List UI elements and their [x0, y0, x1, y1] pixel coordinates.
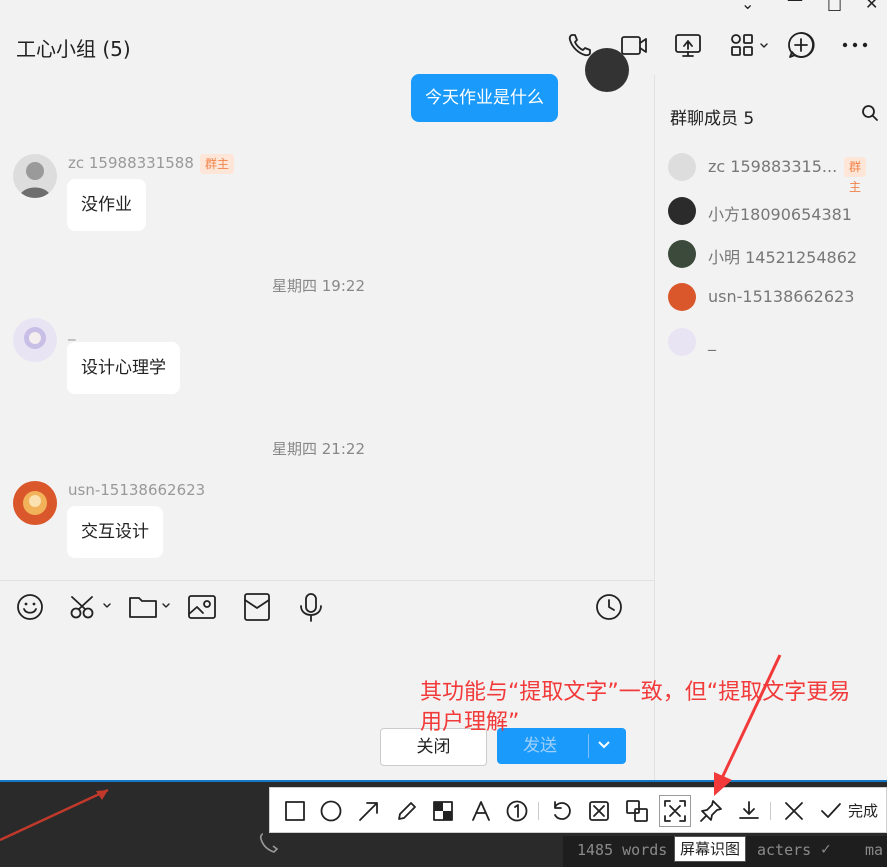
- member-avatar: [668, 328, 696, 356]
- sender-name: zc 15988331588: [68, 154, 194, 172]
- number-icon[interactable]: [504, 798, 530, 824]
- member-name: usn-15138662623: [708, 287, 855, 306]
- screen-share-icon[interactable]: [673, 30, 703, 60]
- recognize-button[interactable]: [659, 795, 691, 827]
- mosaic-icon[interactable]: [430, 798, 456, 824]
- message-bubble[interactable]: 交互设计: [67, 506, 163, 558]
- emoji-icon[interactable]: [13, 590, 47, 624]
- sender-avatar[interactable]: [13, 154, 57, 198]
- pin-icon[interactable]: [698, 798, 724, 824]
- more-icon[interactable]: [840, 30, 870, 60]
- message-bubble[interactable]: 设计心理学: [67, 342, 180, 394]
- outgoing-message-bubble[interactable]: 今天作业是什么: [411, 74, 558, 122]
- member-name: zc 159883315...: [708, 157, 838, 176]
- owner-badge: 群主: [844, 157, 867, 194]
- download-icon[interactable]: [736, 798, 762, 824]
- microphone-icon[interactable]: [294, 590, 328, 624]
- message-list[interactable]: [0, 75, 654, 580]
- history-icon[interactable]: [592, 590, 626, 624]
- member-avatar: [668, 153, 696, 181]
- pencil-icon[interactable]: [394, 798, 420, 824]
- toolbar-divider: [538, 802, 539, 820]
- member-name: 小明 14521254862: [708, 248, 858, 267]
- recognize-icon: [664, 800, 686, 822]
- annotation-arrow-icon: [714, 654, 782, 796]
- done-icon[interactable]: [818, 798, 844, 824]
- annotation-text: 其功能与“提取文字”一致，但“提取文字更易用户理解”: [420, 680, 851, 735]
- cut-icon[interactable]: [586, 798, 612, 824]
- apps-icon[interactable]: [727, 30, 773, 60]
- tooltip: 屏幕识图: [674, 836, 747, 862]
- ellipse-icon[interactable]: [318, 798, 344, 824]
- search-icon[interactable]: [861, 104, 879, 122]
- minimize-icon[interactable]: —: [787, 0, 803, 8]
- text-icon[interactable]: [468, 798, 494, 824]
- toolbar-divider: [770, 802, 771, 820]
- screenshot-toolbar: 完成: [269, 787, 887, 833]
- sender-name: _: [68, 323, 76, 341]
- maximize-icon[interactable]: □: [827, 0, 842, 12]
- red-arrow-icon: [0, 788, 109, 842]
- message-timestamp: 星期四 19:22: [272, 277, 365, 295]
- sender-name: usn-15138662623: [68, 481, 206, 499]
- check-icon: ✓: [821, 839, 831, 858]
- member-avatar: [668, 197, 696, 225]
- undo-icon[interactable]: [549, 798, 575, 824]
- scissors-icon[interactable]: [68, 590, 116, 624]
- member-avatar: [668, 283, 696, 311]
- rectangle-icon[interactable]: [282, 798, 308, 824]
- chat-title: 工心小组 (5): [16, 37, 131, 61]
- member-avatar: [668, 240, 696, 268]
- add-circle-icon[interactable]: [786, 30, 816, 60]
- folder-icon[interactable]: [127, 590, 175, 624]
- word-count: 1485 words: [577, 841, 668, 859]
- chevron-down-icon[interactable]: ⌄: [741, 0, 754, 12]
- red-packet-icon[interactable]: [240, 590, 274, 624]
- character-count: acters: [757, 841, 812, 859]
- cancel-icon[interactable]: [781, 798, 807, 824]
- members-title: 群聊成员 5: [670, 109, 755, 129]
- sender-avatar[interactable]: [13, 481, 57, 525]
- owner-badge: 群主: [200, 154, 235, 174]
- image-icon[interactable]: [185, 590, 219, 624]
- done-label[interactable]: 完成: [848, 800, 878, 821]
- translate-icon[interactable]: [624, 798, 650, 824]
- close-icon[interactable]: ✕: [865, 0, 878, 12]
- sender-avatar[interactable]: [13, 318, 57, 362]
- status-tail: ma: [865, 841, 884, 859]
- message-timestamp: 星期四 21:22: [272, 440, 365, 458]
- window-controls: ⌄ — □ ✕: [717, 0, 887, 14]
- member-name: 小方18090654381: [708, 205, 852, 224]
- my-avatar[interactable]: [585, 48, 629, 92]
- arrow-icon[interactable]: [356, 798, 382, 824]
- member-name: _: [708, 332, 716, 351]
- message-bubble[interactable]: 没作业: [67, 179, 146, 231]
- chevron-down-icon[interactable]: [597, 740, 611, 750]
